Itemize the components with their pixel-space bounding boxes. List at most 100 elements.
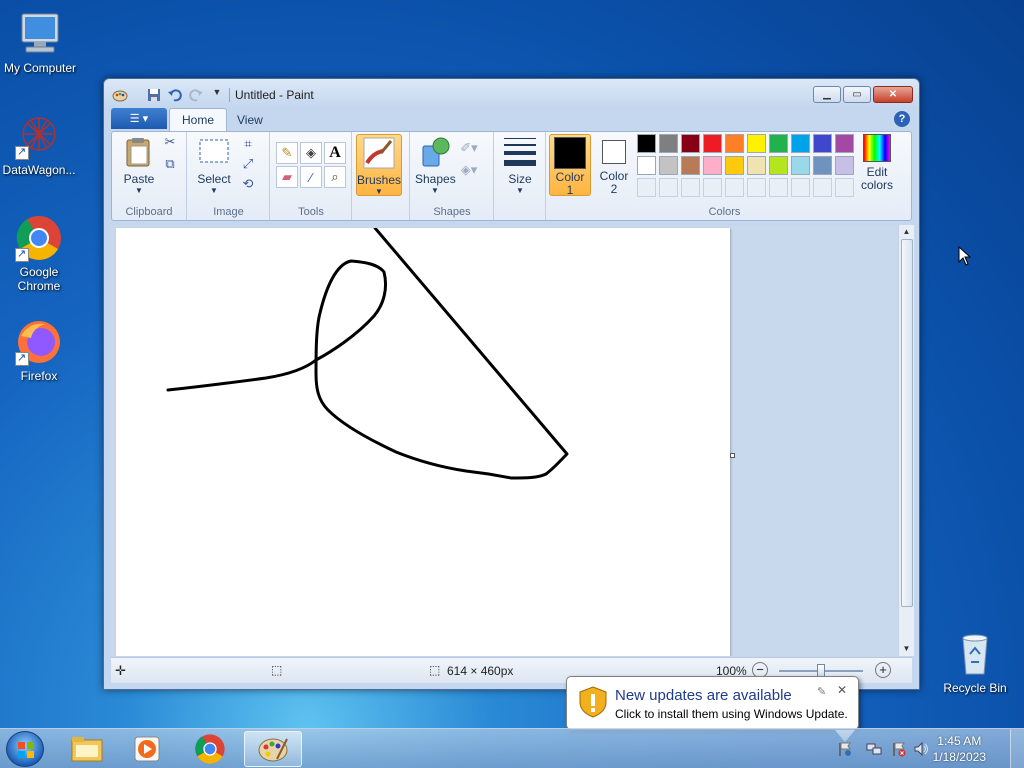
desktop-icon-recycle-bin[interactable]: Recycle Bin (935, 630, 1015, 695)
text-icon[interactable]: A (324, 142, 346, 164)
rotate-icon[interactable]: ⟲ (238, 174, 258, 194)
palette-swatch[interactable] (703, 156, 722, 175)
copy-icon[interactable]: ⧉ (160, 154, 180, 174)
palette-swatch[interactable] (703, 134, 722, 153)
volume-icon[interactable] (914, 741, 930, 757)
palette-swatch[interactable] (681, 156, 700, 175)
outline-icon[interactable]: ✐▾ (459, 138, 479, 158)
custom-color-slot[interactable] (791, 178, 810, 197)
custom-color-slot[interactable] (725, 178, 744, 197)
show-desktop-button[interactable] (1010, 729, 1024, 768)
palette-swatch[interactable] (725, 134, 744, 153)
tools-group: ✎ ◈ A ▰ ⁄ ⌕ Tools (271, 132, 352, 220)
fill-shape-icon[interactable]: ◈▾ (459, 160, 479, 180)
brushes-button[interactable]: Brushes ▼ (356, 134, 402, 196)
network-icon[interactable] (866, 741, 882, 757)
taskbar-paint[interactable] (244, 731, 302, 767)
cut-icon[interactable]: ✂ (160, 132, 180, 152)
customize-quick-access-icon[interactable]: ▼ (209, 87, 225, 103)
palette-swatch[interactable] (835, 156, 854, 175)
system-clock[interactable]: 1:45 AM 1/18/2023 (933, 733, 986, 765)
resize-icon[interactable]: ⤢ (238, 154, 258, 174)
palette-swatch[interactable] (747, 134, 766, 153)
color1-button[interactable]: Color 1 (549, 134, 591, 197)
palette-swatch[interactable] (725, 156, 744, 175)
size-group: Size ▼ (495, 132, 546, 220)
palette-swatch[interactable] (637, 134, 656, 153)
action-center-flag-icon[interactable] (836, 741, 852, 757)
custom-color-slot[interactable] (835, 178, 854, 197)
close-button[interactable]: ✕ (873, 86, 913, 103)
palette-swatch[interactable] (791, 134, 810, 153)
palette-swatch[interactable] (813, 156, 832, 175)
brushes-group: Brushes ▼ (353, 132, 410, 220)
tab-home[interactable]: Home (169, 108, 228, 131)
update-notification[interactable]: New updates are available Click to insta… (566, 676, 859, 742)
edit-colors-button[interactable]: Edit colors (857, 134, 897, 192)
selection-size-icon: ⬚ (271, 663, 283, 677)
minimize-button[interactable]: ▁ (813, 86, 841, 103)
eraser-icon[interactable]: ▰ (276, 166, 298, 188)
maximize-button[interactable]: ▭ (843, 86, 871, 103)
notification-options-icon[interactable]: ✎ (817, 685, 826, 698)
notification-close-icon[interactable]: ✕ (837, 683, 847, 697)
custom-color-slot[interactable] (703, 178, 722, 197)
group-label: Image (213, 206, 244, 218)
taskbar-media-player[interactable] (118, 731, 176, 767)
color2-button[interactable]: Color 2 (594, 134, 634, 196)
palette-swatch[interactable] (637, 156, 656, 175)
palette-swatch[interactable] (681, 134, 700, 153)
taskbar-chrome[interactable] (181, 731, 239, 767)
scroll-down-arrow-icon[interactable]: ▼ (899, 642, 914, 656)
desktop-icon-firefox[interactable]: Firefox (0, 318, 79, 383)
group-label: Tools (298, 206, 324, 218)
palette-swatch[interactable] (835, 134, 854, 153)
pencil-icon[interactable]: ✎ (276, 142, 298, 164)
image-group: Select ▼ ⌗ ⤢ ⟲ Image (188, 132, 270, 220)
start-button[interactable] (6, 731, 44, 767)
custom-color-slot[interactable] (769, 178, 788, 197)
shapes-button[interactable]: Shapes ▼ (415, 136, 456, 195)
desktop-icon-datawagon[interactable]: DataWagon... (0, 112, 79, 177)
custom-color-slot[interactable] (659, 178, 678, 197)
color-picker-icon[interactable]: ⁄ (300, 166, 322, 188)
zoom-in-icon[interactable]: + (875, 662, 891, 678)
magnifier-icon[interactable]: ⌕ (324, 166, 346, 188)
desktop-icon-google-chrome[interactable]: GoogleChrome (0, 214, 79, 293)
brush-icon (363, 137, 395, 169)
palette-swatch[interactable] (659, 156, 678, 175)
ribbon: Paste ▼ ✂ ⧉ Clipboard Select ▼ ⌗ ⤢ ⟲ Ima… (111, 131, 912, 221)
paste-button[interactable]: Paste ▼ (116, 136, 162, 195)
crop-icon[interactable]: ⌗ (238, 134, 258, 154)
desktop-icon-my-computer[interactable]: My Computer (0, 10, 80, 75)
action-center-warning-icon[interactable] (891, 741, 907, 757)
help-icon[interactable]: ? (894, 111, 910, 127)
custom-color-slot[interactable] (637, 178, 656, 197)
select-button[interactable]: Select ▼ (194, 136, 234, 195)
tab-view[interactable]: View (225, 108, 275, 131)
custom-color-slot[interactable] (747, 178, 766, 197)
taskbar-explorer[interactable] (58, 731, 116, 767)
redo-icon[interactable] (188, 87, 204, 103)
paint-app-icon[interactable] (112, 87, 128, 103)
custom-color-slot[interactable] (681, 178, 700, 197)
palette-swatch[interactable] (747, 156, 766, 175)
zoom-slider[interactable] (779, 664, 863, 678)
scroll-up-arrow-icon[interactable]: ▲ (899, 225, 914, 239)
undo-icon[interactable] (167, 87, 183, 103)
palette-swatch[interactable] (769, 134, 788, 153)
fill-icon[interactable]: ◈ (300, 142, 322, 164)
drawing-canvas[interactable] (116, 226, 730, 656)
scroll-thumb[interactable] (901, 239, 913, 607)
save-icon[interactable] (146, 87, 162, 103)
palette-swatch[interactable] (813, 134, 832, 153)
palette-swatch[interactable] (659, 134, 678, 153)
title-bar[interactable]: ▼ Untitled - Paint ▁ ▭ ✕ (104, 79, 919, 109)
vertical-scrollbar[interactable]: ▲ ▼ (898, 225, 914, 656)
palette-swatch[interactable] (769, 156, 788, 175)
canvas-resize-handle[interactable] (730, 453, 735, 458)
size-button[interactable]: Size ▼ (500, 136, 540, 195)
palette-swatch[interactable] (791, 156, 810, 175)
paint-menu-button[interactable]: ☰ ▾ (111, 108, 167, 129)
custom-color-slot[interactable] (813, 178, 832, 197)
